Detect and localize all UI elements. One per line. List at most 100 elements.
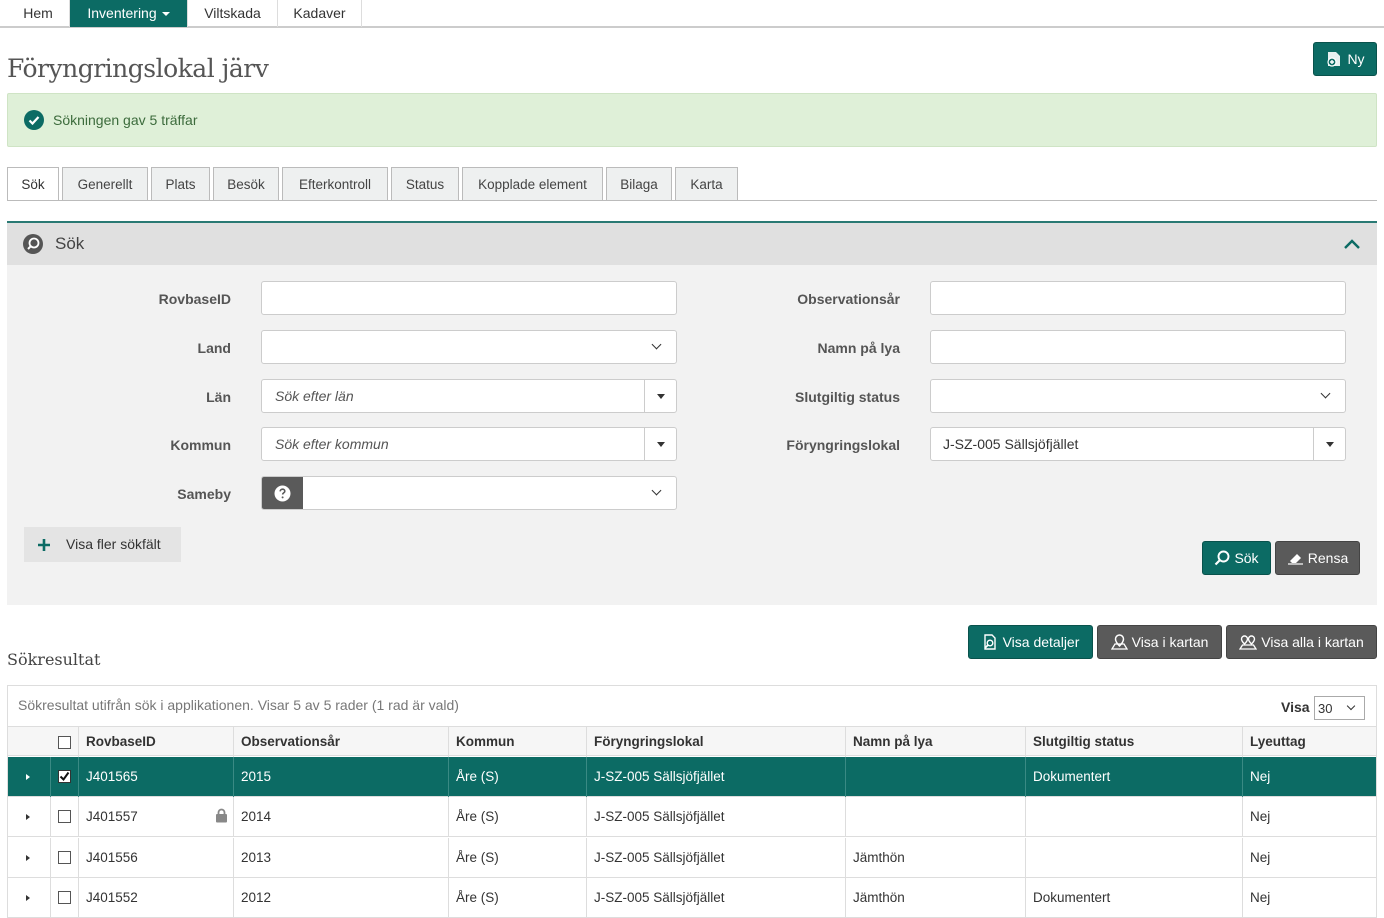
cell-observationsar: 2014: [233, 797, 448, 837]
row-checkbox[interactable]: [58, 770, 71, 783]
show-all-on-map-button[interactable]: Visa alla i kartan: [1226, 625, 1377, 659]
kommun-label: Kommun: [170, 437, 231, 453]
observationsar-input[interactable]: [930, 281, 1346, 315]
chevron-down-icon: [651, 339, 662, 350]
table-header: RovbaseID Observationsår Kommun Föryngri…: [8, 726, 1376, 757]
column-header-slutgiltig-status[interactable]: Slutgiltig status: [1025, 727, 1242, 757]
lan-dropdown-toggle[interactable]: [644, 380, 676, 412]
sameby-select[interactable]: [261, 476, 677, 510]
observationsar-label: Observationsår: [797, 291, 900, 307]
help-button[interactable]: [262, 477, 303, 509]
expand-row-icon[interactable]: [26, 895, 30, 901]
slutgiltig-status-select[interactable]: [930, 379, 1346, 413]
nav-item-viltskada[interactable]: Viltskada: [188, 0, 278, 27]
clear-button-label: Rensa: [1307, 550, 1349, 566]
row-checkbox[interactable]: [58, 810, 71, 823]
slutgiltig-status-label: Slutgiltig status: [795, 389, 900, 405]
row-checkbox[interactable]: [58, 851, 71, 864]
tab-generellt[interactable]: Generellt: [62, 167, 148, 201]
tab-besok[interactable]: Besök: [213, 167, 279, 201]
nav-item-label: Inventering: [87, 5, 157, 21]
cell-foryngringslokal: J-SZ-005 Sällsjöfjället: [586, 797, 845, 837]
foryngringslokal-combobox[interactable]: J-SZ-005 Sällsjöfjället: [930, 427, 1346, 461]
search-panel: Sök RovbaseID Land Län Sök efter län Kom…: [7, 221, 1377, 605]
alert-text: Sökningen gav 5 träffar: [53, 112, 198, 128]
table-row[interactable]: J401556 2013 Åre (S) J-SZ-005 Sällsjöfjä…: [8, 838, 1376, 878]
new-button[interactable]: Ny: [1313, 42, 1377, 76]
cell-lyeuttag: Nej: [1242, 838, 1376, 878]
namn-pa-lya-input[interactable]: [930, 330, 1346, 364]
tab-karta[interactable]: Karta: [675, 167, 738, 201]
cell-lyeuttag: Nej: [1242, 757, 1376, 797]
tab-kopplade-element[interactable]: Kopplade element: [462, 167, 603, 201]
expand-row-icon[interactable]: [26, 774, 30, 780]
foryngringslokal-dropdown-toggle[interactable]: [1313, 428, 1345, 460]
search-panel-header[interactable]: Sök: [7, 223, 1377, 265]
cell-foryngringslokal: J-SZ-005 Sällsjöfjället: [586, 878, 845, 918]
tab-label: Besök: [227, 177, 265, 192]
cell-kommun: Åre (S): [448, 797, 586, 837]
sameby-label: Sameby: [177, 486, 231, 502]
rovbaseid-text: J401557: [86, 809, 138, 824]
lan-combobox[interactable]: Sök efter län: [261, 379, 677, 413]
tab-bilaga[interactable]: Bilaga: [606, 167, 672, 201]
search-button[interactable]: Sök: [1202, 541, 1271, 575]
expand-row-icon[interactable]: [26, 814, 30, 820]
cell-rovbaseid: J401552: [78, 878, 233, 918]
column-header-rovbaseid[interactable]: RovbaseID: [78, 727, 233, 757]
namn-pa-lya-label: Namn på lya: [817, 340, 900, 356]
table-row[interactable]: J401565 2015 Åre (S) J-SZ-005 Sällsjöfjä…: [8, 757, 1376, 797]
cell-kommun: Åre (S): [448, 878, 586, 918]
row-checkbox[interactable]: [58, 891, 71, 904]
tab-plats[interactable]: Plats: [151, 167, 210, 201]
expand-row-icon[interactable]: [26, 855, 30, 861]
search-icon: [23, 234, 43, 254]
cell-foryngringslokal: J-SZ-005 Sällsjöfjället: [586, 838, 845, 878]
lock-icon: [216, 808, 227, 823]
cell-namn-pa-lya: Jämthön: [845, 878, 1025, 918]
chevron-up-icon[interactable]: [1343, 238, 1361, 250]
map-marker-icon: [1110, 634, 1128, 650]
top-navigation: Hem Inventering Viltskada Kadaver: [0, 0, 1384, 28]
column-header-kommun[interactable]: Kommun: [448, 727, 586, 757]
show-more-fields-button[interactable]: Visa fler sökfält: [24, 527, 181, 562]
cell-observationsar: 2012: [233, 878, 448, 918]
cell-observationsar: 2013: [233, 838, 448, 878]
new-document-icon: [1327, 52, 1341, 67]
column-header-observationsar[interactable]: Observationsår: [233, 727, 448, 757]
tab-label: Generellt: [77, 177, 133, 192]
table-row[interactable]: J401557 2014 Åre (S) J-SZ-005 Sällsjöfjä…: [8, 797, 1376, 837]
cell-rovbaseid: J401565: [78, 757, 233, 797]
nav-item-inventering[interactable]: Inventering: [70, 0, 188, 27]
cell-namn-pa-lya: Jämthön: [845, 838, 1025, 878]
check-circle-icon: [24, 110, 44, 130]
page-size-select[interactable]: 30: [1314, 696, 1365, 720]
column-header-foryngringslokal[interactable]: Föryngringslokal: [586, 727, 845, 757]
table-row[interactable]: J401552 2012 Åre (S) J-SZ-005 Sällsjöfjä…: [8, 878, 1376, 918]
cell-rovbaseid: J401557: [78, 797, 233, 837]
tab-sok[interactable]: Sök: [7, 167, 59, 201]
column-header-lyeuttag[interactable]: Lyeuttag: [1242, 727, 1376, 757]
clear-button[interactable]: Rensa: [1275, 541, 1360, 575]
search-button-label: Sök: [1234, 550, 1259, 566]
tab-efterkontroll[interactable]: Efterkontroll: [282, 167, 388, 201]
nav-item-hem[interactable]: Hem: [7, 0, 70, 27]
show-details-button[interactable]: Visa detaljer: [968, 625, 1093, 659]
tab-status[interactable]: Status: [391, 167, 459, 201]
show-on-map-button[interactable]: Visa i kartan: [1097, 625, 1222, 659]
cell-kommun: Åre (S): [448, 838, 586, 878]
land-select[interactable]: [261, 330, 677, 364]
kommun-dropdown-toggle[interactable]: [644, 428, 676, 460]
column-header-namn-pa-lya[interactable]: Namn på lya: [845, 727, 1025, 757]
new-button-label: Ny: [1347, 51, 1365, 67]
land-label: Land: [197, 340, 231, 356]
rovbaseid-input[interactable]: [261, 281, 677, 315]
search-icon: [1215, 550, 1230, 566]
select-all-checkbox[interactable]: [58, 736, 71, 749]
caret-down-icon: [657, 442, 665, 447]
question-circle-icon: [274, 485, 291, 502]
kommun-combobox[interactable]: Sök efter kommun: [261, 427, 677, 461]
foryngringslokal-label: Föryngringslokal: [786, 437, 900, 453]
nav-item-kadaver[interactable]: Kadaver: [278, 0, 362, 27]
lan-placeholder: Sök efter län: [275, 388, 354, 404]
